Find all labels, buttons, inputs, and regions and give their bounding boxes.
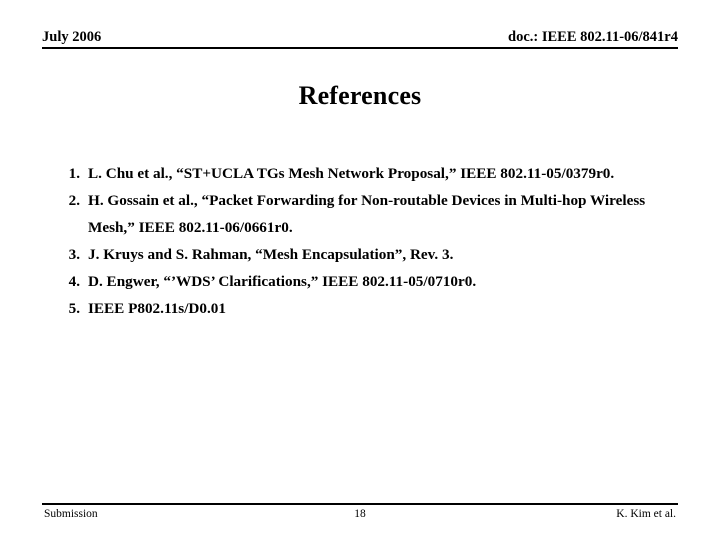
list-item: 5. IEEE P802.11s/D0.01 — [58, 295, 668, 322]
page-title: References — [298, 81, 422, 110]
list-item-number: 1. — [68, 165, 80, 182]
list-item: 4. D. Engwer, “’WDS’ Clarifications,” IE… — [58, 268, 668, 295]
list-item: 2. H. Gossain et al., “Packet Forwarding… — [58, 187, 668, 241]
list-item: 3. J. Kruys and S. Rahman, “Mesh Encapsu… — [58, 241, 668, 268]
header-document-id: doc.: IEEE 802.11-06/841r4 — [508, 29, 678, 45]
footer-page-number: 18 — [354, 508, 366, 520]
list-item-number: 5. — [68, 300, 80, 317]
footer-author: K. Kim et al. — [616, 508, 676, 520]
list-item-text: L. Chu et al., “ST+UCLA TGs Mesh Network… — [88, 165, 615, 182]
slide-header: July 2006 doc.: IEEE 802.11-06/841r4 — [42, 28, 678, 50]
header-date: July 2006 — [42, 29, 102, 45]
slide-footer: Submission 18 K. Kim et al. — [42, 503, 678, 527]
list-item-text: IEEE P802.11s/D0.01 — [88, 300, 226, 317]
list-item: 1. L. Chu et al., “ST+UCLA TGs Mesh Netw… — [58, 160, 668, 187]
list-item-text: D. Engwer, “’WDS’ Clarifications,” IEEE … — [88, 273, 477, 290]
list-item-text: H. Gossain et al., “Packet Forwarding fo… — [88, 192, 646, 236]
list-item-number: 2. — [68, 192, 80, 209]
list-item-number: 4. — [68, 273, 80, 290]
header-divider-rule — [42, 47, 678, 49]
slide-page: July 2006 doc.: IEEE 802.11-06/841r4 Ref… — [0, 0, 720, 540]
list-item-text: J. Kruys and S. Rahman, “Mesh Encapsulat… — [88, 246, 454, 263]
list-item-number: 3. — [68, 246, 80, 263]
footer-divider-rule — [42, 503, 678, 505]
references-list: 1. L. Chu et al., “ST+UCLA TGs Mesh Netw… — [58, 160, 668, 322]
